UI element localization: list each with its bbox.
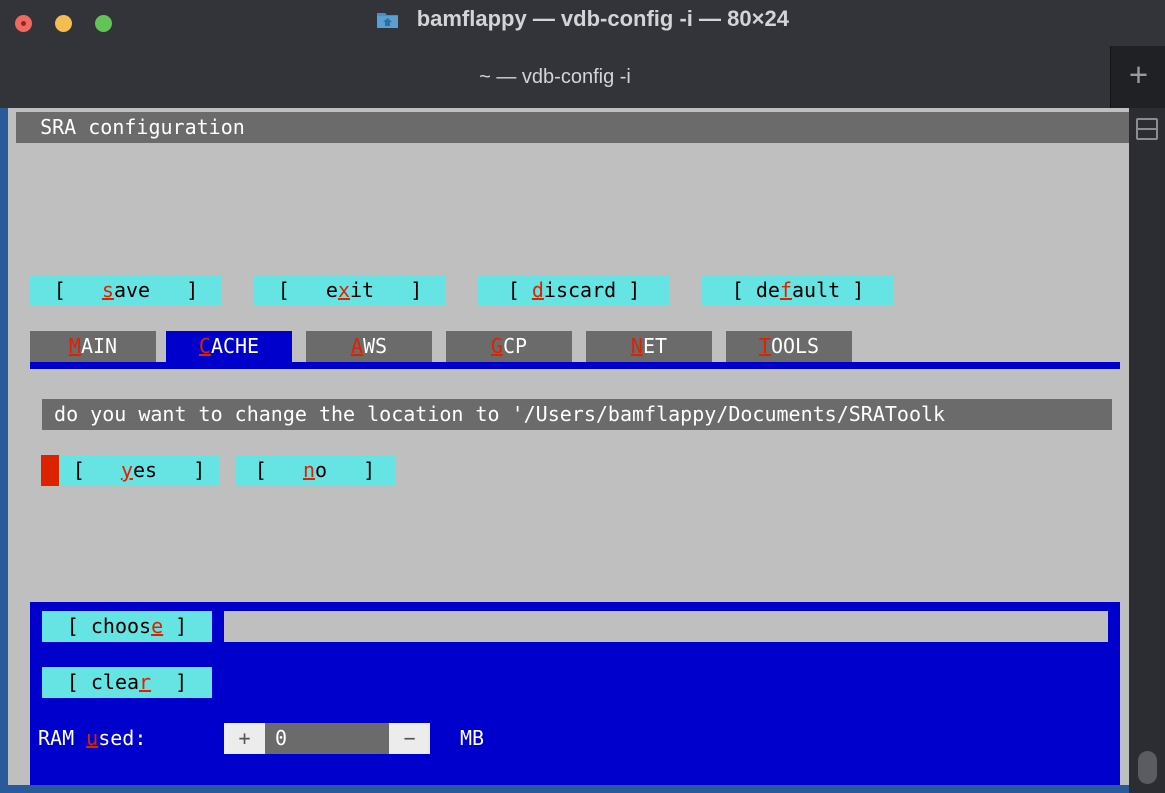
ram-hotkey: u: [86, 726, 99, 750]
terminal-cursor: [41, 455, 59, 486]
default-hotkey: f: [779, 278, 792, 302]
dialog-question-text: do you want to change the location to '/…: [42, 399, 1112, 430]
tab-net[interactable]: NET: [586, 331, 712, 362]
tab-cache-label: ACHE: [210, 334, 260, 358]
tab-net-label: ET: [642, 334, 668, 358]
window-titlebar: bamflappy — vdb-config -i — 80×24: [0, 0, 1165, 46]
tab-gcp-label: CP: [502, 334, 528, 358]
tab-aws-label: WS: [362, 334, 388, 358]
discard-button[interactable]: [ discard ]: [478, 275, 670, 306]
scrollbar-thumb[interactable]: [1138, 751, 1157, 784]
split-pane-icon[interactable]: [1136, 118, 1158, 140]
window-title: bamflappy — vdb-config -i — 80×24: [416, 6, 789, 31]
no-hotkey: n: [302, 458, 315, 482]
terminal-tab[interactable]: ~ — vdb-config -i: [0, 46, 1110, 108]
window-title-group: bamflappy — vdb-config -i — 80×24: [0, 6, 1165, 32]
save-post: ave ]: [113, 278, 199, 302]
ram-pre: RAM: [38, 726, 87, 750]
no-post: o ]: [315, 458, 376, 482]
app-header-title: SRA configuration: [16, 112, 1129, 143]
discard-pre: [: [507, 278, 532, 302]
repository-path-field[interactable]: [224, 611, 1108, 642]
clear-pre: [ clea: [66, 670, 140, 694]
exit-hotkey: x: [337, 278, 350, 302]
new-tab-button[interactable]: +: [1110, 46, 1165, 108]
home-folder-icon: [377, 13, 399, 28]
tab-main-label: AIN: [80, 334, 118, 358]
change-location-dialog: do you want to change the location to '/…: [16, 369, 1129, 602]
terminal-screen: SRA configuration [ save ] [ exit ] [ di…: [8, 108, 1129, 785]
terminal-tabbar: ~ — vdb-config -i +: [0, 46, 1165, 109]
exit-post: it ]: [350, 278, 423, 302]
ram-quantity-stepper[interactable]: + 0 −: [224, 723, 430, 754]
terminal-screen-frame: SRA configuration [ save ] [ exit ] [ di…: [0, 108, 1129, 793]
save-button[interactable]: [ save ]: [30, 275, 222, 306]
tab-cache-hotkey: C: [198, 334, 211, 358]
default-button[interactable]: [ default ]: [702, 275, 894, 306]
terminal-window: bamflappy — vdb-config -i — 80×24 ~ — vd…: [0, 0, 1165, 793]
save-pre: [: [53, 278, 102, 302]
yes-button[interactable]: [ yes ]: [59, 455, 219, 486]
exit-button[interactable]: [ exit ]: [254, 275, 446, 306]
tab-main[interactable]: MAIN: [30, 331, 156, 362]
yes-post: es ]: [132, 458, 206, 482]
default-post: ault ]: [791, 278, 865, 302]
ram-increment-button[interactable]: +: [224, 723, 265, 754]
save-hotkey: s: [101, 278, 114, 302]
default-pre: [ de: [731, 278, 780, 302]
tab-main-hotkey: M: [68, 334, 81, 358]
exit-pre: [ e: [277, 278, 338, 302]
choose-hotkey: e: [151, 614, 164, 638]
tab-cache[interactable]: CACHE: [166, 331, 292, 362]
yes-hotkey: y: [120, 458, 133, 482]
tab-gcp[interactable]: GCP: [446, 331, 572, 362]
clear-hotkey: r: [139, 670, 152, 694]
ram-used-label: RAM used:: [38, 723, 146, 754]
no-pre: [: [254, 458, 303, 482]
tab-gcp-hotkey: G: [490, 334, 503, 358]
choose-pre: [ choos: [66, 614, 152, 638]
discard-hotkey: d: [531, 278, 544, 302]
choose-post: ]: [163, 614, 188, 638]
choose-button[interactable]: [ choose ]: [42, 611, 212, 642]
terminal-tab-label: ~ — vdb-config -i: [479, 66, 631, 88]
tab-tools-hotkey: T: [758, 334, 771, 358]
yes-pre: [: [72, 458, 121, 482]
right-tool-strip: [1129, 108, 1165, 793]
ram-unit-label: MB: [460, 726, 485, 750]
tab-aws[interactable]: AWS: [306, 331, 432, 362]
clear-post: ]: [151, 670, 188, 694]
clear-button[interactable]: [ clear ]: [42, 667, 212, 698]
discard-post: iscard ]: [543, 278, 641, 302]
tab-tools-label: OOLS: [770, 334, 820, 358]
ram-value-field[interactable]: 0: [265, 723, 389, 754]
no-button[interactable]: [ no ]: [235, 455, 395, 486]
tab-aws-hotkey: A: [350, 334, 363, 358]
tab-tools[interactable]: TOOLS: [726, 331, 852, 362]
ram-post: sed:: [98, 726, 147, 750]
ram-decrement-button[interactable]: −: [389, 723, 430, 754]
tab-net-hotkey: N: [630, 334, 643, 358]
